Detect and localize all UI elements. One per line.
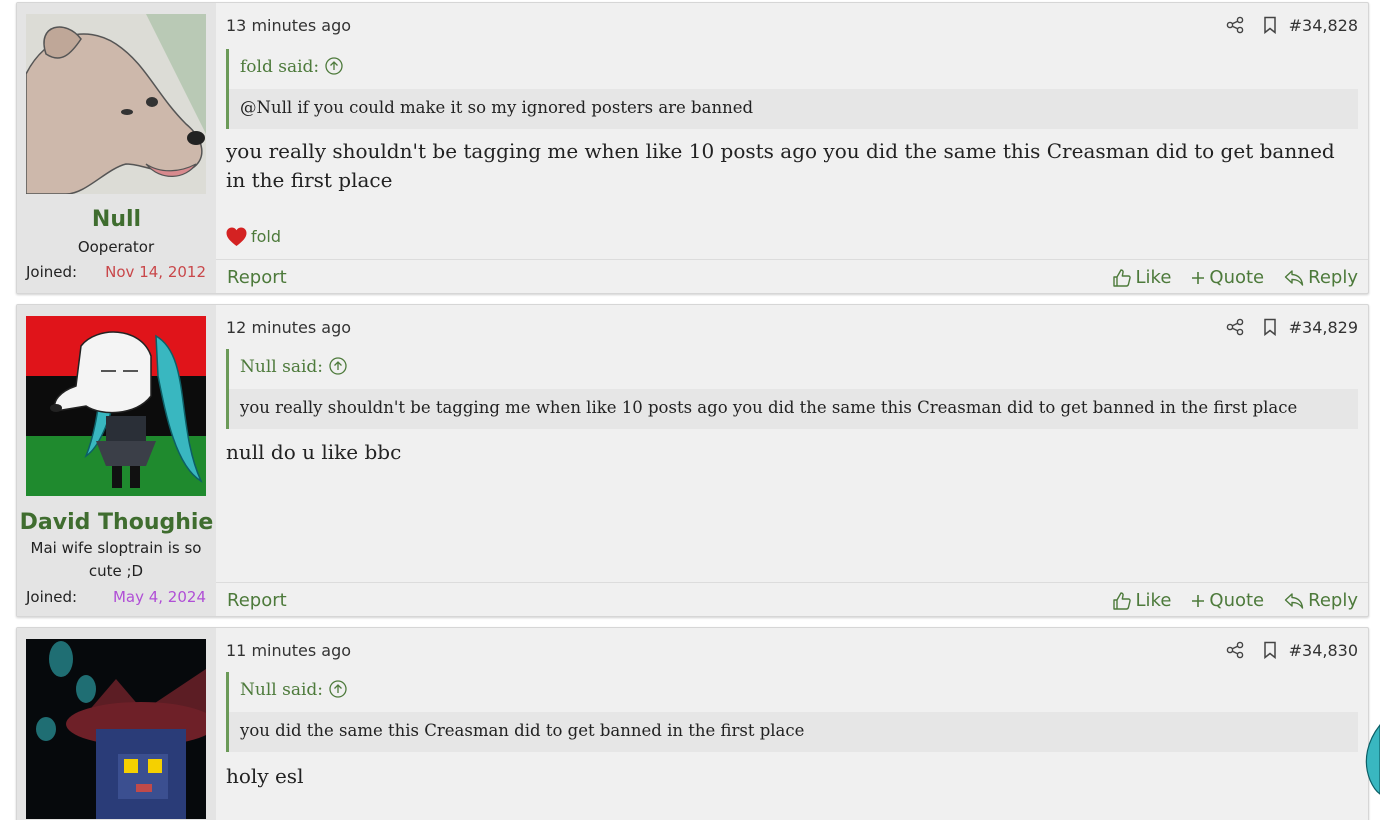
reply-icon [1284,592,1304,609]
post-time[interactable]: 12 minutes ago [226,318,351,337]
post-number[interactable]: #34,829 [1289,318,1358,337]
reaction-bar[interactable]: fold [226,227,281,247]
username[interactable]: Null [17,207,216,232]
reply-label[interactable]: Reply [1308,590,1358,611]
plus-icon [1192,271,1205,284]
joined-label: Joined: [26,588,78,606]
quote-block: Null said: you really shouldn't be taggi… [226,349,1358,429]
quote-block: Null said: you did the same this Creasma… [226,672,1358,752]
report-link[interactable]: Report [227,267,287,288]
post-footer: Report Like Quote Reply [216,582,1368,618]
arrow-up-circle-icon[interactable] [329,357,347,375]
user-info [17,628,216,820]
post-34828: Null Ooperator Joined: Nov 14, 2012 13 m… [16,2,1369,294]
post-main: 13 minutes ago #34,828 fold said: @Null … [216,3,1368,293]
cat-character-avatar-image [26,639,206,819]
post-footer: Report Like Quote Reply [216,259,1368,295]
quote-text: you really shouldn't be tagging me when … [229,389,1358,429]
post-number[interactable]: #34,828 [1289,16,1358,35]
post-actions: Like Quote Reply [1112,267,1358,288]
like-label[interactable]: Like [1136,267,1172,288]
like-button[interactable]: Like [1112,590,1172,611]
thumbs-up-icon [1112,591,1131,610]
username[interactable]: David Thoughie [17,510,216,535]
avatar[interactable] [26,14,206,194]
report-link[interactable]: Report [227,590,287,611]
joined-label: Joined: [26,263,78,281]
post-message: null do u like bbc [226,440,402,464]
quote-text: you did the same this Creasman did to ge… [229,712,1358,752]
quote-button[interactable]: Quote [1191,267,1264,288]
arrow-up-circle-icon[interactable] [325,57,343,75]
plus-icon [1192,594,1205,607]
quote-text: @Null if you could make it so my ignored… [229,89,1358,129]
post-34830: 11 minutes ago #34,830 Null said: you di… [16,627,1369,820]
post-time[interactable]: 13 minutes ago [226,16,351,35]
quote-label[interactable]: Quote [1209,267,1264,288]
reply-label[interactable]: Reply [1308,267,1358,288]
quote-author[interactable]: Null said: [229,672,1358,712]
quote-block: fold said: @Null if you could make it so… [226,49,1358,129]
joined-date: May 4, 2024 [112,588,206,606]
heart-icon [226,227,247,246]
thumbs-up-icon [1112,268,1131,287]
post-message: holy esl [226,764,304,788]
bookmark-icon[interactable] [1262,318,1278,336]
like-button[interactable]: Like [1112,267,1172,288]
user-title: Mai wife sloptrain is so cute ;D [30,539,202,580]
quote-label[interactable]: Quote [1209,590,1264,611]
user-info: Null Ooperator Joined: Nov 14, 2012 [17,3,216,293]
share-icon[interactable] [1226,641,1244,659]
joined-date: Nov 14, 2012 [105,263,206,281]
bookmark-icon[interactable] [1262,16,1278,34]
bookmark-icon[interactable] [1262,641,1278,659]
post-main: 12 minutes ago #34,829 Null said: you re… [216,305,1368,616]
reply-icon [1284,269,1304,286]
reply-button[interactable]: Reply [1284,590,1358,611]
arrow-up-circle-icon[interactable] [329,680,347,698]
reaction-user[interactable]: fold [251,227,281,246]
quote-author-label[interactable]: Null said: [240,680,323,700]
quote-author[interactable]: fold said: [229,49,1358,89]
user-info: David Thoughie Mai wife sloptrain is so … [17,305,216,616]
user-title: Ooperator [77,238,155,256]
like-label[interactable]: Like [1136,590,1172,611]
post-message: you really shouldn't be tagging me when … [226,139,1335,192]
post-time[interactable]: 11 minutes ago [226,641,351,660]
post-actions: Like Quote Reply [1112,590,1358,611]
flag-character-avatar-image [26,316,206,496]
post-number[interactable]: #34,830 [1289,641,1358,660]
avatar[interactable] [26,639,206,819]
share-icon[interactable] [1226,318,1244,336]
post-main: 11 minutes ago #34,830 Null said: you di… [216,628,1368,820]
decorative-edge-graphic [1365,724,1380,795]
quote-author-label[interactable]: Null said: [240,357,323,377]
reply-button[interactable]: Reply [1284,267,1358,288]
share-icon[interactable] [1226,16,1244,34]
quote-author[interactable]: Null said: [229,349,1358,389]
post-34829: David Thoughie Mai wife sloptrain is so … [16,304,1369,617]
avatar[interactable] [26,316,206,496]
quote-button[interactable]: Quote [1191,590,1264,611]
quote-author-label[interactable]: fold said: [240,57,319,77]
dog-avatar-image [26,14,206,194]
